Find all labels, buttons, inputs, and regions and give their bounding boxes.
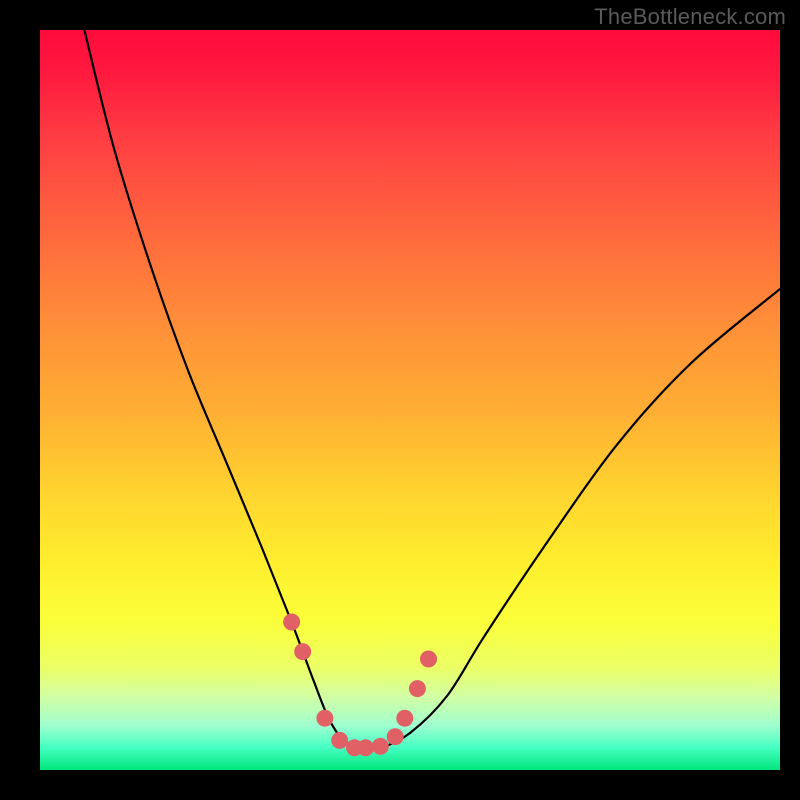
plot-area [40,30,780,770]
curve-layer [40,30,780,770]
highlight-marker [396,710,413,727]
highlight-marker [331,732,348,749]
chart-frame: TheBottleneck.com [0,0,800,800]
attribution-text: TheBottleneck.com [594,4,786,30]
highlight-marker [420,651,437,668]
highlight-markers [283,614,437,757]
bottleneck-curve [84,30,780,749]
highlight-marker [316,710,333,727]
highlight-marker [294,643,311,660]
highlight-marker [283,614,300,631]
highlight-marker [357,739,374,756]
highlight-marker [387,728,404,745]
highlight-marker [372,738,389,755]
highlight-marker [409,680,426,697]
